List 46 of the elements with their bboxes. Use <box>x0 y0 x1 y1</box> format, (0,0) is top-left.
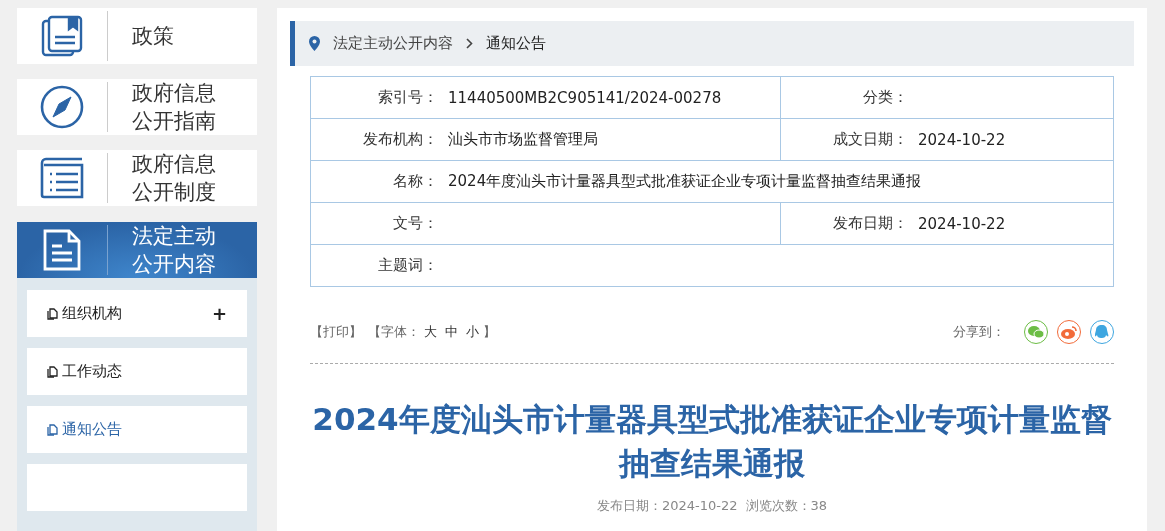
share-label: 分享到： <box>953 323 1005 341</box>
field-label: 名称： <box>392 171 439 192</box>
field-label: 分类： <box>862 87 909 108</box>
field-value: 2024年度汕头市计量器具型式批准获证企业专项计量监督抽查结果通报 <box>448 172 922 191</box>
sidebar-label: 政府信息公开指南 <box>132 80 216 136</box>
field-label: 索引号： <box>377 87 439 108</box>
list-icon <box>40 157 84 200</box>
font-size-link[interactable]: 中 <box>445 324 458 339</box>
field-label: 主题词： <box>377 255 439 276</box>
sidebar-item[interactable]: 政府信息公开指南 <box>17 79 257 136</box>
field-value: 汕头市市场监督管理局 <box>448 130 598 149</box>
field-value: 2024-10-22 <box>918 214 1006 233</box>
field-label: 文号： <box>392 213 439 234</box>
sidebar-item[interactable]: 法定主动公开内容 <box>17 222 257 279</box>
sidebar-label: 政策 <box>132 23 174 51</box>
publish-date: 发布日期：2024-10-22 <box>596 497 738 515</box>
bracket-text: 】 <box>483 324 496 339</box>
copy-icon <box>47 365 58 378</box>
sidebar-label: 法定主动公开内容 <box>132 223 216 279</box>
submenu-item[interactable]: 通知公告 <box>27 406 247 454</box>
expand-toggle[interactable]: + <box>211 303 227 325</box>
font-size-link[interactable]: 小 <box>466 324 479 339</box>
view-count: 浏览次数：38 <box>745 497 828 515</box>
sidebar-item[interactable]: 政府信息公开制度 <box>17 150 257 207</box>
field-label: 发布日期： <box>832 213 909 234</box>
chevron-right-icon <box>466 38 473 49</box>
article-title: 2024年度汕头市计量器具型式批准获证企业专项计量监督抽查结果通报 <box>311 400 1113 483</box>
font-size-link[interactable]: 大 <box>424 324 437 339</box>
sidebar-item[interactable]: 政策 <box>17 8 257 65</box>
document-icon <box>43 229 81 272</box>
location-pin-icon <box>309 36 320 51</box>
compass-icon <box>40 85 84 130</box>
breadcrumb-link[interactable]: 法定主动公开内容 <box>333 34 453 53</box>
field-value: 11440500MB2C905141/2024-00278 <box>448 88 722 107</box>
field-label: 成文日期： <box>832 129 909 150</box>
submenu-item[interactable]: 组织机构 + <box>27 290 247 338</box>
submenu-item[interactable]: 工作动态 <box>27 348 247 396</box>
copy-icon <box>47 423 58 436</box>
book-icon <box>41 15 83 58</box>
breadcrumb-link[interactable]: 通知公告 <box>486 34 546 53</box>
field-value: 2024-10-22 <box>918 130 1006 149</box>
print-link[interactable]: 【打印】 <box>310 323 362 341</box>
sidebar-label: 政府信息公开制度 <box>132 151 216 207</box>
field-label: 发布机构： <box>362 129 439 150</box>
font-size-label: 【字体： <box>368 324 420 339</box>
copy-icon <box>47 307 58 320</box>
